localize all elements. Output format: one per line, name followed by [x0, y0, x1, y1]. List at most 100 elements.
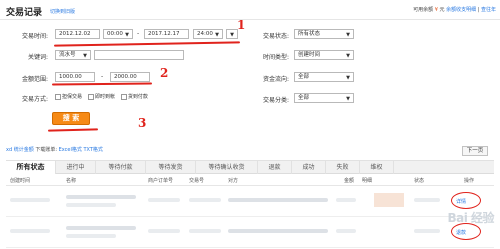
trade-status-label: 交易状态: [262, 33, 289, 40]
time-type-label: 时间类型: [262, 54, 289, 61]
annotation-mark-2: 2 [160, 66, 169, 80]
keyword-label: 关键词: [27, 54, 48, 61]
trade-status-select[interactable]: 所有状态 ▼ [294, 29, 354, 39]
col-counterparty: 对方 [228, 178, 239, 184]
stats-link[interactable]: xd 统计金额 [6, 147, 34, 153]
trade-category-label: 交易分类: [262, 97, 289, 104]
annotation-circle [451, 192, 481, 209]
col-created-time: 创建时间 [10, 178, 31, 184]
annotation-underline-1 [53, 41, 241, 47]
obscured-cell [10, 198, 50, 202]
annotation-mark-3: 3 [138, 116, 147, 130]
tab-awaiting-payment[interactable]: 等待付款 [96, 161, 146, 174]
keyword-type-select[interactable]: 流水号 ▼ [55, 50, 91, 60]
tab-dispute[interactable]: 维权 [360, 161, 394, 174]
chevron-down-icon: ▼ [125, 32, 129, 38]
date-from-input[interactable]: 2012.12.02 [55, 29, 100, 39]
amount-separator: - [101, 73, 104, 80]
obscured-cell [228, 198, 328, 202]
trade-mode-option-1: 担保交易 [62, 94, 83, 100]
balance-unit: 元 [439, 7, 445, 13]
trade-mode-checkbox-1[interactable] [55, 93, 61, 100]
tab-refund[interactable]: 退款 [258, 161, 292, 174]
col-detail: 明细 [362, 178, 373, 184]
table-header: 创建时间 名称 商户订单号 交易号 对方 金额 明细 状态 操作 [6, 175, 494, 186]
obscured-cell [336, 229, 356, 233]
trade-mode-checkbox-3[interactable] [120, 93, 127, 100]
time-to-value: 24:00 [197, 31, 213, 37]
time-to-select[interactable]: 24:00 ▼ [193, 29, 223, 39]
obscured-cell [66, 195, 136, 199]
tab-success[interactable]: 成功 [292, 161, 326, 174]
excel-download-link[interactable]: Excel格式 [59, 147, 82, 153]
time-type-value: 创建时间 [298, 52, 321, 58]
obscured-cell [189, 198, 221, 202]
annotation-underline-2 [51, 82, 153, 86]
fund-flow-value: 全部 [298, 74, 310, 80]
fund-flow-select[interactable]: 全部 ▼ [294, 72, 354, 82]
col-merchant-order: 商户订单号 [148, 178, 174, 184]
amount-min-input[interactable]: 1000.00 [55, 72, 95, 82]
balance-detail-link[interactable]: 余额收支明细 [446, 7, 476, 13]
switch-old-version-link[interactable]: 切换到旧版 [50, 8, 75, 15]
download-toolbar: xd 统计金额 下载账单: Excel格式 TXT格式 [6, 146, 103, 153]
chevron-down-icon: ▼ [346, 53, 350, 59]
time-type-select[interactable]: 创建时间 ▼ [294, 50, 354, 60]
tab-all-status[interactable]: 所有状态 [6, 161, 56, 174]
balance-amount: ¥ [434, 7, 438, 13]
trade-status-value: 所有状态 [298, 31, 321, 37]
obscured-cell [66, 203, 116, 207]
date-to-input[interactable]: 2017.12.17 [144, 29, 189, 39]
chevron-down-icon: ▼ [215, 32, 219, 38]
col-amount: 金额 [344, 178, 355, 184]
obscured-cell [66, 234, 116, 238]
trade-mode-option-3: 货到付款 [127, 94, 148, 100]
trade-mode-option-2: 即时到帐 [94, 94, 115, 100]
page-title: 交易记录 [6, 8, 43, 18]
trade-category-select[interactable]: 全部 ▼ [294, 93, 354, 103]
tab-awaiting-shipment[interactable]: 等待发货 [146, 161, 196, 174]
keyword-type-value: 流水号 [59, 52, 76, 58]
chevron-down-icon: ▼ [346, 96, 350, 102]
chevron-down-icon: ▼ [346, 32, 350, 38]
obscured-cell [189, 229, 221, 233]
obscured-cell [228, 229, 328, 233]
past-years-link[interactable]: 查往年 [481, 7, 496, 13]
obscured-cell [148, 229, 180, 233]
header-divider [0, 19, 500, 20]
amount-range-label: 金额范围: [21, 76, 48, 83]
obscured-cell [336, 198, 356, 202]
table-row: 退款 [6, 218, 494, 248]
obscured-cell [66, 226, 136, 230]
trade-time-label: 交易时间: [21, 33, 48, 40]
tab-awaiting-receipt[interactable]: 等待确认收货 [196, 161, 258, 174]
obscured-cell [414, 198, 440, 202]
fund-flow-label: 资金流向: [262, 76, 289, 83]
balance-info: 可用余额 ¥ 元 余额收支明细 | 查往年 [413, 7, 496, 13]
tab-failed[interactable]: 失败 [326, 161, 360, 174]
status-tabs: 所有状态 进行中 等待付款 等待发货 等待确认收货 退款 成功 失败 维权 [6, 160, 494, 174]
trade-category-value: 全部 [298, 95, 310, 101]
time-from-select[interactable]: 00:00 ▼ [103, 29, 133, 39]
trade-mode-checkbox-2[interactable] [87, 93, 94, 100]
tab-in-progress[interactable]: 进行中 [56, 161, 96, 174]
search-button[interactable]: 搜 索 [52, 112, 90, 125]
balance-prefix: 可用余额 [413, 7, 434, 13]
date-separator: - [137, 30, 140, 37]
chevron-down-icon: ▼ [346, 75, 350, 81]
download-label: 下载账单: [35, 147, 58, 153]
time-from-value: 00:00 [107, 31, 123, 37]
trade-mode-label: 交易方式: [21, 96, 48, 103]
col-name: 名称 [66, 178, 77, 184]
next-page-button[interactable]: 下一页 [462, 146, 488, 156]
keyword-input[interactable] [94, 50, 184, 60]
obscured-cell [10, 229, 50, 233]
baidu-watermark: Bai 经验 [447, 211, 494, 225]
annotation-mark-1: 1 [237, 18, 246, 32]
chevron-down-icon: ▼ [230, 32, 234, 38]
amount-max-input[interactable]: 2000.00 [110, 72, 150, 82]
trade-mode-group: 担保交易 即时到帐 货到付款 [55, 93, 152, 100]
col-status: 状态 [414, 178, 425, 184]
table-row: 详情 [6, 187, 494, 217]
txt-download-link[interactable]: TXT格式 [83, 147, 102, 153]
